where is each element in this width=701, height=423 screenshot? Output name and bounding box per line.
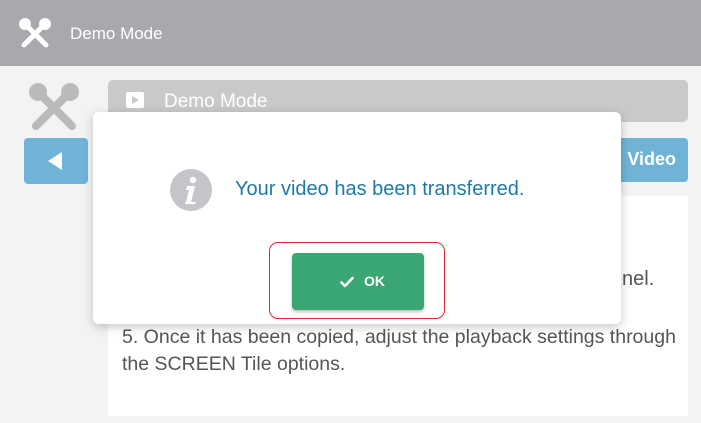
tools-icon (19, 18, 51, 48)
back-button[interactable] (24, 138, 88, 184)
video-icon (126, 92, 144, 108)
instruction-step-5: 5. Once it has been copied, adjust the p… (122, 326, 676, 375)
video-button[interactable]: Video (612, 138, 688, 182)
ok-button-highlight: OK (269, 242, 445, 319)
checkmark-icon (340, 276, 354, 288)
video-button-label: Video (627, 149, 676, 169)
ok-button-label: OK (364, 273, 385, 289)
info-icon (170, 169, 212, 211)
dialog-message: Your video has been transferred. (235, 178, 525, 200)
title-bar: Demo Mode (0, 0, 701, 66)
back-arrow-icon (48, 152, 62, 170)
transfer-complete-dialog: Your video has been transferred. OK (93, 112, 621, 324)
ok-button[interactable]: OK (292, 253, 424, 310)
app-title: Demo Mode (70, 24, 163, 43)
instruction-text-partial: nel. (622, 268, 655, 290)
tools-icon (29, 83, 79, 130)
header-label: Demo Mode (164, 91, 268, 112)
